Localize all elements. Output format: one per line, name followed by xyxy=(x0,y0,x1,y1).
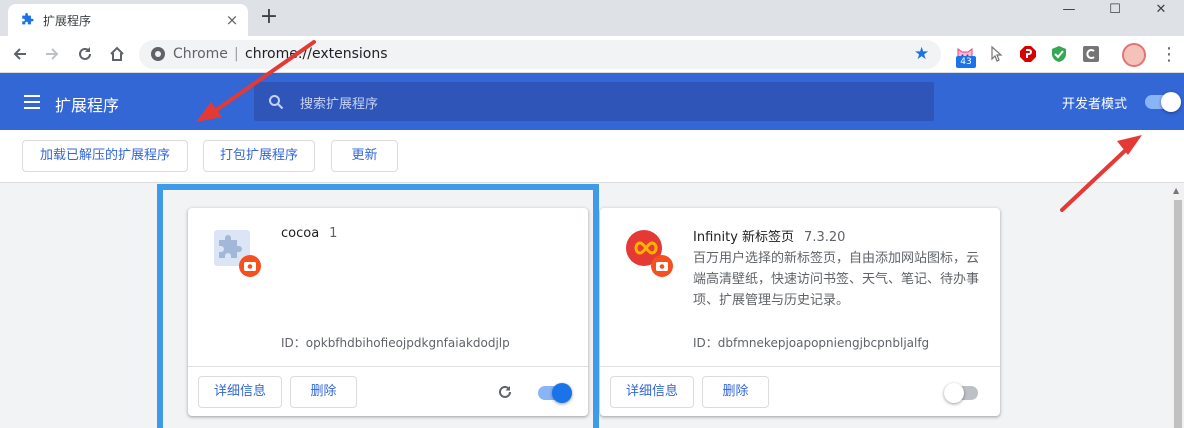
action-bar: 加载已解压的扩展程序 打包扩展程序 更新 xyxy=(0,130,1184,183)
puzzle-piece-icon xyxy=(22,13,34,25)
page-title: 扩展程序 xyxy=(55,96,120,115)
forward-button[interactable] xyxy=(40,42,64,66)
search-icon xyxy=(269,95,284,110)
annotation-highlight-box xyxy=(157,184,599,428)
stop-extension-icon[interactable] xyxy=(1019,45,1037,63)
update-button[interactable]: 更新 xyxy=(331,140,398,172)
remove-button[interactable]: 删除 xyxy=(702,376,769,408)
arrow-left-icon xyxy=(13,48,26,60)
hamburger-menu-icon[interactable] xyxy=(24,95,40,109)
extensions-header: 扩展程序 搜索扩展程序 开发者模式 xyxy=(0,73,1184,130)
card-divider xyxy=(600,366,1000,367)
new-tab-button[interactable]: + xyxy=(259,6,279,28)
close-window-button[interactable]: ✕ xyxy=(1138,0,1184,22)
extension-name: Infinity 新标签页 7.3.20 xyxy=(693,226,845,245)
home-icon xyxy=(110,46,124,61)
developer-mode-toggle[interactable] xyxy=(1145,92,1181,112)
tab-close-icon[interactable]: × xyxy=(224,12,240,28)
extension-enable-toggle[interactable] xyxy=(944,383,978,403)
back-button[interactable] xyxy=(8,42,32,66)
search-placeholder: 搜索扩展程序 xyxy=(300,97,379,112)
profile-avatar[interactable] xyxy=(1122,43,1146,67)
toggle-knob xyxy=(1161,92,1181,112)
tab-title: 扩展程序 xyxy=(43,14,92,28)
home-button[interactable] xyxy=(105,42,129,66)
scroll-up-icon[interactable]: ▲ xyxy=(1173,186,1179,196)
reload-icon xyxy=(79,47,91,60)
tab-strip: 扩展程序 × + — ☐ ✕ xyxy=(0,0,1184,36)
load-unpacked-button[interactable]: 加载已解压的扩展程序 xyxy=(22,140,188,172)
shield-check-extension-icon[interactable] xyxy=(1050,45,1068,63)
url-separator: | xyxy=(234,46,239,62)
toggle-knob xyxy=(944,383,964,403)
extension-id-value: dbfmnekepjoapopniengjbcpnbljalfg xyxy=(717,336,930,350)
reload-button[interactable] xyxy=(73,42,97,66)
extension-badge: 43 xyxy=(956,56,976,68)
extension-name-text: Infinity 新标签页 xyxy=(693,230,795,245)
scrollbar-thumb[interactable] xyxy=(1174,200,1182,428)
bookmark-star-icon[interactable]: ★ xyxy=(914,45,929,63)
arrow-right-icon xyxy=(46,48,59,60)
url-text[interactable]: chrome://extensions xyxy=(245,46,388,62)
address-bar[interactable]: Chrome | chrome://extensions ★ xyxy=(139,40,941,69)
browser-toolbar: Chrome | chrome://extensions ★ xyxy=(0,36,1184,73)
extension-version: 7.3.20 xyxy=(804,230,846,245)
minimize-button[interactable]: — xyxy=(1046,0,1092,22)
infinity-icon xyxy=(626,230,673,277)
details-button[interactable]: 详细信息 xyxy=(610,376,694,408)
search-input[interactable]: 搜索扩展程序 xyxy=(254,82,934,121)
extension-card-infinity: Infinity 新标签页 7.3.20 百万用户选择的新标签页，自由添加网站图标… xyxy=(600,208,1000,416)
tab-extensions[interactable]: 扩展程序 × xyxy=(8,4,248,36)
extension-description: 百万用户选择的新标签页，自由添加网站图标，云端高清壁纸，快速访问书签、天气、笔记… xyxy=(693,251,980,308)
c-extension-icon[interactable] xyxy=(1082,45,1100,63)
extension-id: ID：dbfmnekepjoapopniengjbcpnbljalfg xyxy=(693,334,929,351)
browser-menu-icon[interactable]: ⋮ xyxy=(1160,44,1178,66)
pack-extension-button[interactable]: 打包扩展程序 xyxy=(203,140,315,172)
maximize-button[interactable]: ☐ xyxy=(1092,0,1138,22)
developer-mode-label: 开发者模式 xyxy=(1062,97,1128,112)
scheme-label: Chrome xyxy=(173,46,228,62)
extension-id-label: ID： xyxy=(693,336,718,350)
cursor-extension-icon[interactable] xyxy=(988,45,1006,63)
site-info-icon[interactable] xyxy=(151,47,165,61)
